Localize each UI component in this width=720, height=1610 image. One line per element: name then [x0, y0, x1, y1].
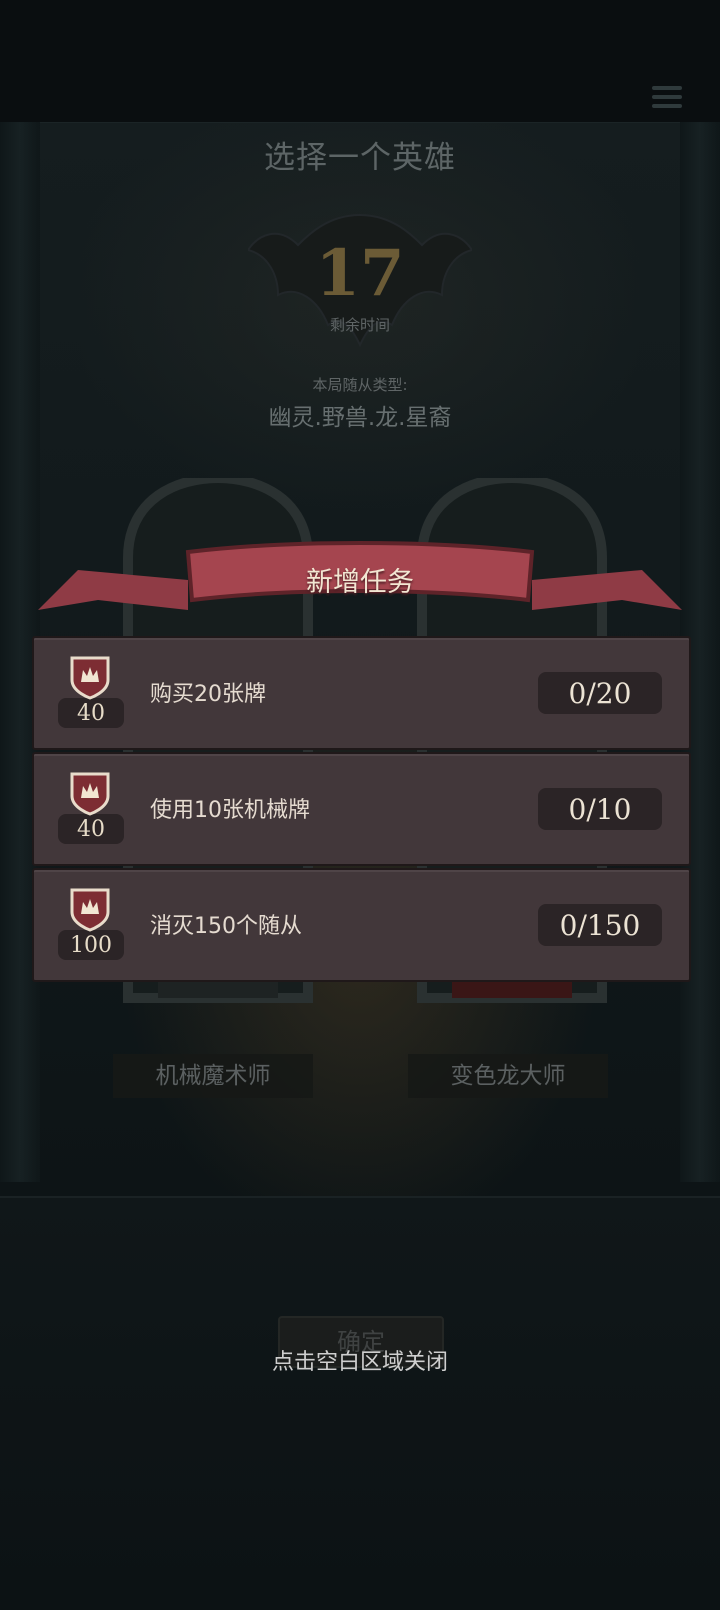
task-progress: 0/150: [559, 909, 641, 942]
countdown-label: 剩余时间: [329, 316, 390, 334]
crown-shield-icon: [70, 772, 110, 816]
hero-name-left: 机械魔术师: [113, 1054, 313, 1098]
close-hint[interactable]: 点击空白区域关闭: [0, 1344, 720, 1376]
table-area: [0, 1196, 720, 1610]
reward-amount: 40: [77, 817, 105, 842]
popup-title: 新增任务: [306, 567, 414, 598]
task-row: 40 使用10张机械牌 0/10: [32, 752, 691, 866]
task-progress: 0/20: [568, 677, 632, 710]
task-row: 100 消灭150个随从 0/150: [32, 868, 691, 982]
reward-amount: 100: [70, 933, 112, 958]
reward-amount: 40: [77, 701, 105, 726]
menu-icon[interactable]: [652, 86, 682, 114]
countdown-value: 17: [315, 236, 405, 311]
crown-shield-icon: [70, 888, 110, 932]
hero-name-right: 变色龙大师: [408, 1054, 608, 1098]
task-description: 消灭150个随从: [150, 914, 302, 939]
task-row: 40 购买20张牌 0/20: [32, 636, 691, 750]
task-progress: 0/10: [568, 793, 632, 826]
task-description: 购买20张牌: [150, 682, 266, 707]
crown-shield-icon: [70, 656, 110, 700]
task-description: 使用10张机械牌: [150, 798, 310, 823]
top-bar: [0, 0, 720, 123]
minion-types-label: 本局随从类型:: [312, 376, 408, 394]
minion-types-value: 幽灵.野兽.龙.星裔: [268, 405, 452, 431]
page-title: 选择一个英雄: [264, 140, 456, 176]
